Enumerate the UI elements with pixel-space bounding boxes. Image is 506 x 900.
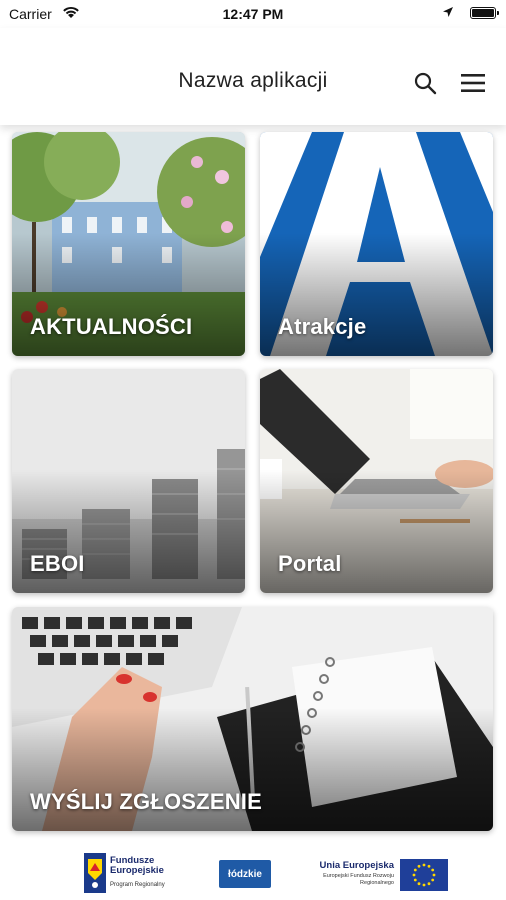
tile-label: Atrakcje	[278, 314, 367, 339]
tile-atrakcje[interactable]: Atrakcje	[260, 132, 493, 356]
search-icon[interactable]	[413, 71, 437, 95]
location-arrow-icon	[443, 7, 453, 17]
tile-wyslij-zgloszenie[interactable]: WYŚLIJ ZGŁOSZENIE	[12, 607, 493, 831]
navigation-bar: Nazwa aplikacji	[0, 28, 506, 125]
tile-label: EBOI	[30, 551, 85, 576]
clock: 12:47 PM	[222, 6, 284, 22]
lodzkie-text: łódzkie	[228, 869, 262, 880]
tile-eboi[interactable]: EBOI	[12, 369, 245, 593]
tile-label: AKTUALNOŚCI	[30, 314, 193, 339]
footer-logos: Fundusze Europejskie Program Regionalny …	[0, 845, 506, 900]
lodzkie-logo: łódzkie	[219, 860, 271, 888]
unia-europejska-logo: Unia Europejska Europejski Fundusz Rozwo…	[306, 857, 452, 893]
tile-label: WYŚLIJ ZGŁOSZENIE	[30, 789, 262, 814]
hamburger-menu-icon[interactable]	[460, 71, 486, 95]
fe-emblem-icon	[84, 853, 106, 893]
fe-subtitle: Program Regionalny	[110, 882, 165, 888]
fe-title: Fundusze Europejskie	[110, 855, 164, 876]
battery-icon	[470, 7, 499, 19]
tile-portal[interactable]: Portal	[260, 369, 493, 593]
fundusze-europejskie-logo: Fundusze Europejskie Program Regionalny	[84, 853, 196, 895]
ue-title: Unia Europejska	[319, 860, 394, 871]
tile-label: Portal	[278, 551, 342, 576]
status-bar: Carrier 12:47 PM	[0, 0, 506, 28]
eu-flag-icon	[400, 859, 448, 891]
tile-aktualnosci[interactable]: AKTUALNOŚCI	[12, 132, 245, 356]
ue-subtitle: Europejski Fundusz Rozwoju Regionalnego	[323, 873, 394, 886]
